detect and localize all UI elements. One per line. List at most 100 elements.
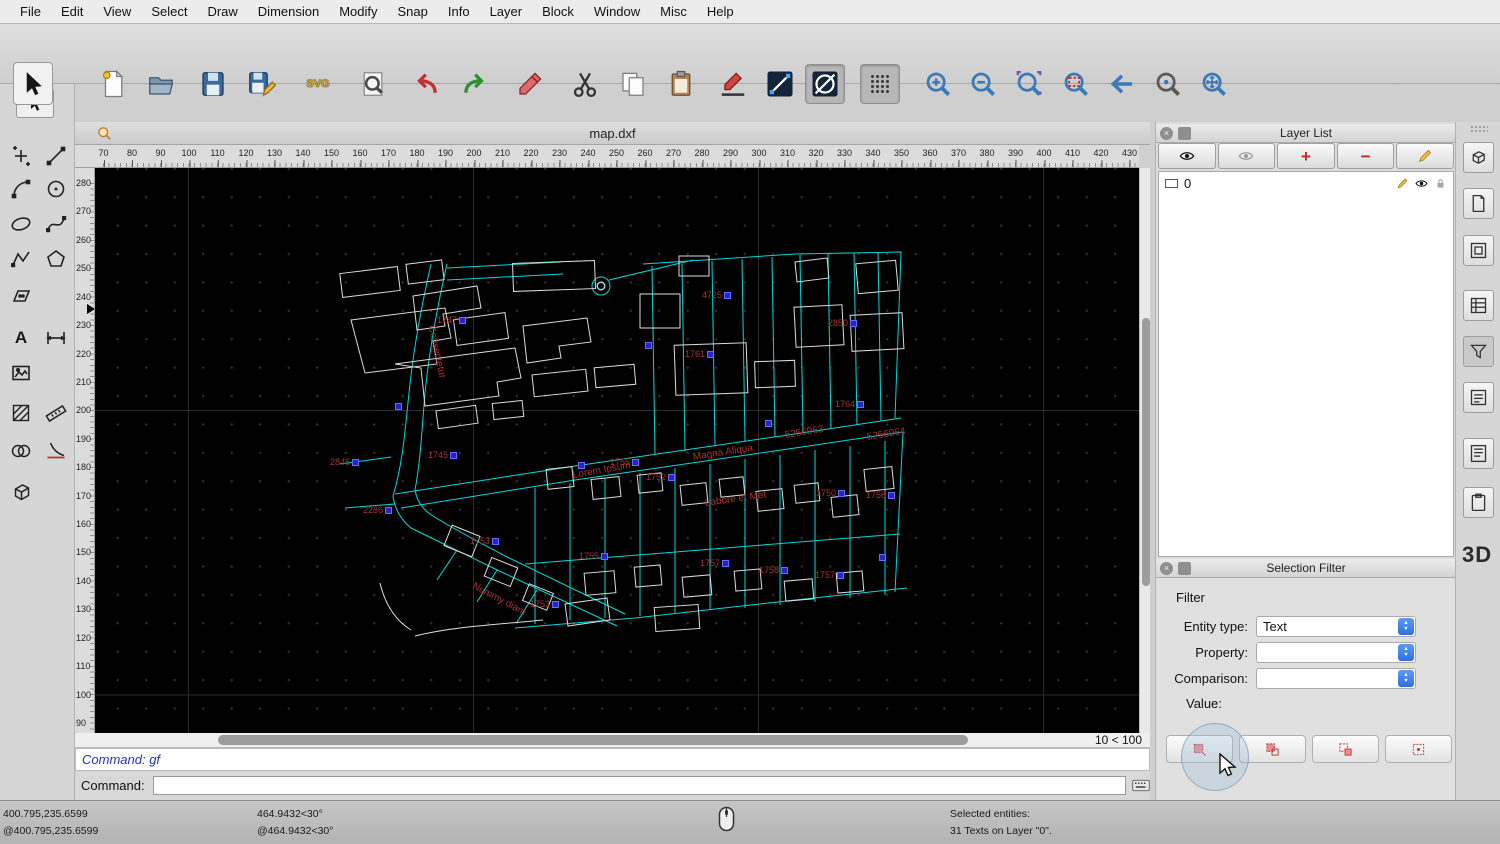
add-layer-button[interactable]: + bbox=[1277, 143, 1335, 169]
hide-all-layers-button[interactable] bbox=[1217, 143, 1276, 169]
edit-text-button[interactable] bbox=[713, 64, 753, 104]
menu-item-select[interactable]: Select bbox=[141, 0, 197, 23]
drag-handle[interactable] bbox=[1470, 125, 1488, 133]
ruler-corner bbox=[75, 145, 95, 168]
zoom-auto-button[interactable] bbox=[1009, 64, 1049, 104]
menu-item-dimension[interactable]: Dimension bbox=[248, 0, 329, 23]
clipboard-panel-toggle[interactable] bbox=[1463, 487, 1494, 518]
stepper-icon[interactable]: ▲ ▼ bbox=[1398, 670, 1414, 687]
menu-item-misc[interactable]: Misc bbox=[650, 0, 697, 23]
image-tool-button[interactable] bbox=[5, 357, 37, 389]
menu-item-info[interactable]: Info bbox=[438, 0, 480, 23]
draw-pencil-button[interactable] bbox=[510, 64, 550, 104]
hruler-label: 350 bbox=[893, 148, 910, 167]
intersect-selection-button[interactable] bbox=[1385, 735, 1452, 763]
3d-view-toggle[interactable]: 3D bbox=[1462, 542, 1492, 568]
print-preview-button[interactable] bbox=[353, 64, 393, 104]
float-panel-icon[interactable] bbox=[1178, 562, 1191, 575]
menu-item-file[interactable]: File bbox=[10, 0, 51, 23]
selection-filter-header[interactable]: × Selection Filter bbox=[1156, 559, 1456, 578]
show-all-layers-button[interactable] bbox=[1158, 143, 1216, 169]
script-shell-toggle[interactable] bbox=[1463, 438, 1494, 469]
zoom-in-button[interactable] bbox=[918, 64, 958, 104]
grid-toggle-button[interactable] bbox=[860, 64, 900, 104]
close-icon[interactable]: × bbox=[1160, 562, 1173, 575]
save-as-button[interactable] bbox=[241, 64, 281, 104]
shape-tool-button[interactable] bbox=[5, 435, 37, 467]
property-editor-toggle[interactable] bbox=[1463, 142, 1494, 173]
edit-layer-button[interactable] bbox=[1396, 143, 1454, 169]
point-tool-button[interactable] bbox=[5, 140, 37, 172]
menu-item-edit[interactable]: Edit bbox=[51, 0, 93, 23]
spline-tool-button[interactable] bbox=[40, 208, 72, 240]
redo-button[interactable] bbox=[454, 64, 494, 104]
zoom-out-button[interactable] bbox=[963, 64, 1003, 104]
selection-filter-toggle[interactable] bbox=[1463, 336, 1494, 367]
copy-button[interactable] bbox=[613, 64, 653, 104]
paste-button[interactable] bbox=[661, 64, 701, 104]
layer-list-header[interactable]: × Layer List bbox=[1156, 124, 1456, 143]
polyline-tool-button[interactable] bbox=[5, 243, 37, 275]
polygon-tool-button[interactable] bbox=[40, 243, 72, 275]
drawing-canvas[interactable]: 4725 2850 1761 1747 1764 2846 1745 1755 1752 1750… bbox=[95, 168, 1139, 733]
property-select[interactable]: ▲ ▼ bbox=[1256, 642, 1416, 663]
menu-item-modify[interactable]: Modify bbox=[329, 0, 387, 23]
circle-draw-button[interactable] bbox=[40, 173, 72, 205]
comparison-select[interactable]: ▲ ▼ bbox=[1256, 668, 1416, 689]
layer-list-toggle[interactable] bbox=[1463, 290, 1494, 321]
stepper-icon[interactable]: ▲ ▼ bbox=[1398, 618, 1414, 635]
horizontal-scrollbar[interactable] bbox=[77, 734, 1095, 746]
menu-item-layer[interactable]: Layer bbox=[480, 0, 533, 23]
open-file-button[interactable] bbox=[141, 64, 181, 104]
line-tool-button[interactable] bbox=[760, 64, 800, 104]
arc-tool-button[interactable] bbox=[5, 173, 37, 205]
region-tool-button[interactable] bbox=[5, 280, 37, 312]
command-input[interactable] bbox=[152, 776, 1126, 795]
menu-item-view[interactable]: View bbox=[93, 0, 141, 23]
layer-visibility-button[interactable] bbox=[1415, 177, 1428, 190]
modify-trim-button[interactable] bbox=[40, 435, 72, 467]
layer-row[interactable]: 0 bbox=[1159, 172, 1453, 194]
zoom-pan-button[interactable] bbox=[1194, 64, 1234, 104]
close-icon[interactable]: × bbox=[1160, 127, 1173, 140]
menu-item-window[interactable]: Window bbox=[584, 0, 650, 23]
float-panel-icon[interactable] bbox=[1178, 127, 1191, 140]
subwindow-titlebar[interactable]: map.dxf bbox=[75, 122, 1150, 145]
stepper-icon[interactable]: ▲ ▼ bbox=[1398, 644, 1414, 661]
layer-edit-button[interactable] bbox=[1396, 177, 1409, 190]
remove-layer-button[interactable]: − bbox=[1336, 143, 1395, 169]
hatch-tool-button[interactable] bbox=[5, 397, 37, 429]
command-line-toggle[interactable] bbox=[1463, 382, 1494, 413]
text-tool-button[interactable]: A bbox=[5, 322, 37, 354]
zoom-previous-button[interactable] bbox=[1102, 64, 1142, 104]
line-draw-button[interactable] bbox=[40, 140, 72, 172]
pointer-tool-button[interactable] bbox=[13, 62, 53, 105]
vertical-scrollbar[interactable] bbox=[1139, 168, 1150, 733]
menu-item-block[interactable]: Block bbox=[532, 0, 584, 23]
undo-button[interactable] bbox=[407, 64, 447, 104]
zoom-window-button[interactable] bbox=[1056, 64, 1096, 104]
menu-item-snap[interactable]: Snap bbox=[388, 0, 438, 23]
layer-lock-button[interactable] bbox=[1434, 177, 1447, 190]
new-file-button[interactable] bbox=[93, 64, 133, 104]
cut-button[interactable] bbox=[565, 64, 605, 104]
remove-from-selection-button[interactable] bbox=[1312, 735, 1379, 763]
add-to-selection-button[interactable] bbox=[1239, 735, 1306, 763]
ellipse-tool-button[interactable] bbox=[5, 208, 37, 240]
menu-item-help[interactable]: Help bbox=[697, 0, 744, 23]
svg-export-button[interactable]: SVG bbox=[298, 64, 338, 104]
circle-tool-button[interactable] bbox=[805, 64, 845, 104]
horizontal-scroll-thumb[interactable] bbox=[218, 735, 968, 745]
solid-3d-button[interactable] bbox=[5, 476, 37, 508]
entity-type-select[interactable]: Text ▲ ▼ bbox=[1256, 616, 1416, 637]
menu-item-draw[interactable]: Draw bbox=[197, 0, 247, 23]
save-button[interactable] bbox=[193, 64, 233, 104]
vertical-scroll-thumb[interactable] bbox=[1141, 318, 1150, 586]
library-browser-toggle[interactable] bbox=[1463, 188, 1494, 219]
pointer-icon bbox=[26, 71, 42, 95]
measure-tool-button[interactable] bbox=[40, 397, 72, 429]
block-list-toggle[interactable] bbox=[1463, 235, 1494, 266]
zoom-find-button[interactable] bbox=[1148, 64, 1188, 104]
dimension-tool-button[interactable] bbox=[40, 322, 72, 354]
keyboard-toggle-button[interactable] bbox=[1132, 779, 1150, 793]
